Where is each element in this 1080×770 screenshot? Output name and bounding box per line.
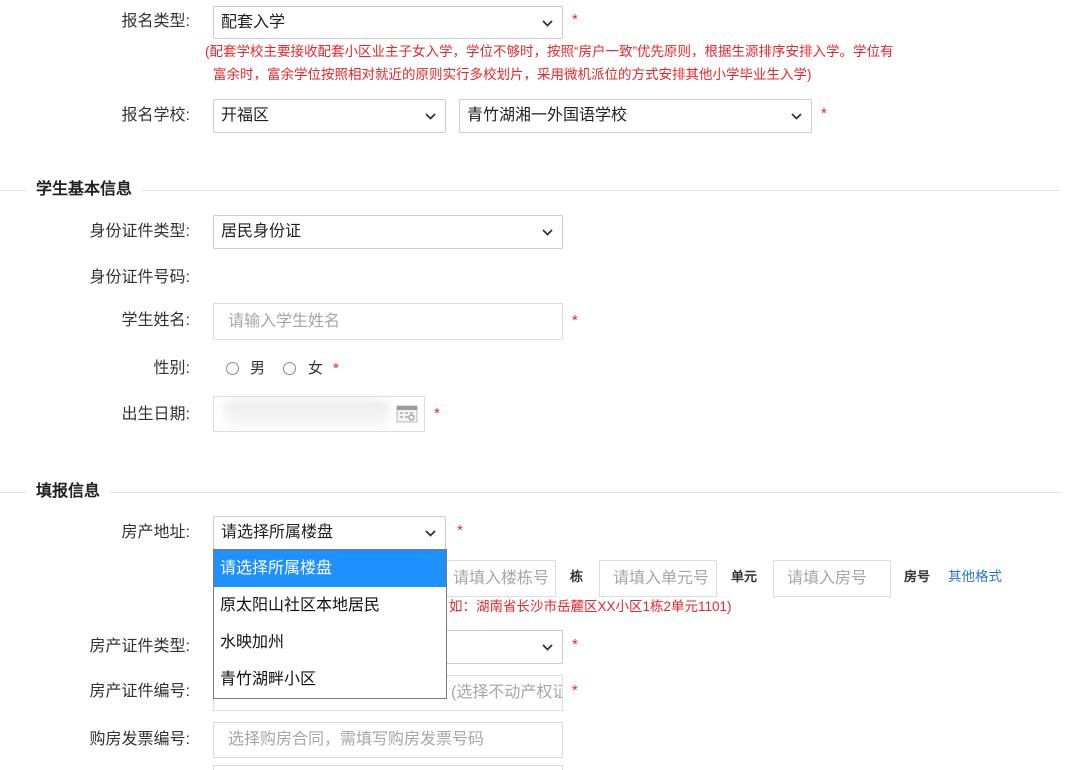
other-format-link[interactable]: 其他格式: [948, 568, 1002, 586]
required-mark: *: [572, 682, 578, 699]
address-option[interactable]: 青竹湖畔小区: [214, 661, 446, 698]
district-select[interactable]: 开福区: [213, 99, 446, 133]
gender-male-label[interactable]: 男: [250, 359, 265, 379]
chevron-down-icon: [425, 530, 436, 537]
chevron-down-icon: [542, 229, 553, 236]
cert-type-label: 房产证件类型:: [89, 638, 190, 655]
building-suffix-label: 栋: [570, 569, 584, 584]
filing-section-title: 填报信息: [26, 482, 111, 502]
required-mark: *: [457, 522, 463, 539]
id-type-value: 居民身份证: [221, 223, 302, 240]
chevron-down-icon: [542, 19, 553, 27]
school-value: 青竹湖湘一外国语学校: [467, 107, 628, 124]
gender-male-radio[interactable]: [226, 362, 239, 375]
calendar-icon[interactable]: [396, 405, 418, 423]
student-name-label: 学生姓名:: [121, 312, 190, 329]
invoice-number-input[interactable]: [213, 722, 563, 758]
id-type-label: 身份证件类型:: [89, 223, 190, 240]
id-number-label: 身份证件号码:: [89, 269, 190, 286]
building-number-input[interactable]: [439, 560, 556, 597]
section-divider: [0, 190, 1060, 191]
room-suffix-label: 房号: [904, 569, 931, 584]
property-address-select[interactable]: 请选择所属楼盘: [213, 516, 446, 550]
section-divider: [0, 492, 1060, 493]
birth-date-input[interactable]: [213, 396, 425, 432]
redacted-blur: [224, 402, 389, 428]
gender-female-label[interactable]: 女: [308, 359, 323, 379]
birth-date-label: 出生日期:: [121, 406, 190, 423]
address-option[interactable]: 原太阳山社区本地居民: [214, 587, 446, 624]
school-select[interactable]: 青竹湖湘一外国语学校: [459, 99, 812, 133]
enroll-type-value: 配套入学: [221, 13, 286, 31]
address-option[interactable]: 水映加州: [214, 624, 446, 661]
student-name-input[interactable]: [213, 303, 563, 340]
student-section-title: 学生基本信息: [26, 180, 143, 200]
school-label: 报名学校:: [121, 107, 190, 124]
property-address-value: 请选择所属楼盘: [221, 524, 334, 541]
required-mark: *: [572, 11, 578, 28]
required-mark: *: [572, 312, 578, 329]
next-field-input[interactable]: [213, 765, 563, 770]
invoice-number-label: 购房发票编号:: [89, 731, 190, 748]
room-number-input[interactable]: [773, 560, 891, 597]
chevron-down-icon: [542, 644, 553, 651]
enroll-notice-line-1: (配套学校主要接收配套小区业主子女入学，学位不够时，按照“房户一致”优先原则，根…: [205, 44, 894, 59]
property-address-label: 房产地址:: [121, 524, 190, 541]
required-mark: *: [572, 636, 578, 653]
gender-label: 性别:: [153, 360, 190, 377]
enroll-type-select[interactable]: 配套入学: [213, 6, 563, 39]
required-mark: *: [434, 405, 440, 422]
gender-female-radio[interactable]: [283, 362, 296, 375]
cert-number-placeholder: (选择不动产权证: [451, 684, 563, 701]
id-type-select[interactable]: 居民身份证: [213, 215, 563, 249]
district-value: 开福区: [221, 107, 270, 124]
address-format-hint: 如：湖南省长沙市岳麓区XX小区1栋2单元1101): [449, 599, 732, 614]
enroll-notice-line-2: 富余时，富余学位按照相对就近的原则实行多校划片，采用微机派位的方式安排其他小学毕…: [213, 67, 812, 82]
unit-number-input[interactable]: [599, 560, 717, 597]
enrollment-form-page: 报名类型: 配套入学 * (配套学校主要接收配套小区业主子女入学，学位不够时，按…: [0, 0, 1080, 770]
required-mark: *: [821, 105, 827, 122]
unit-suffix-label: 单元: [731, 569, 758, 584]
enroll-type-label: 报名类型:: [121, 13, 190, 30]
chevron-down-icon: [791, 113, 802, 120]
property-address-dropdown: 请选择所属楼盘 原太阳山社区本地居民 水映加州 青竹湖畔小区: [213, 549, 447, 699]
required-mark: *: [333, 360, 339, 377]
address-option[interactable]: 请选择所属楼盘: [214, 550, 446, 587]
cert-number-label: 房产证件编号:: [89, 683, 190, 700]
chevron-down-icon: [425, 113, 436, 120]
